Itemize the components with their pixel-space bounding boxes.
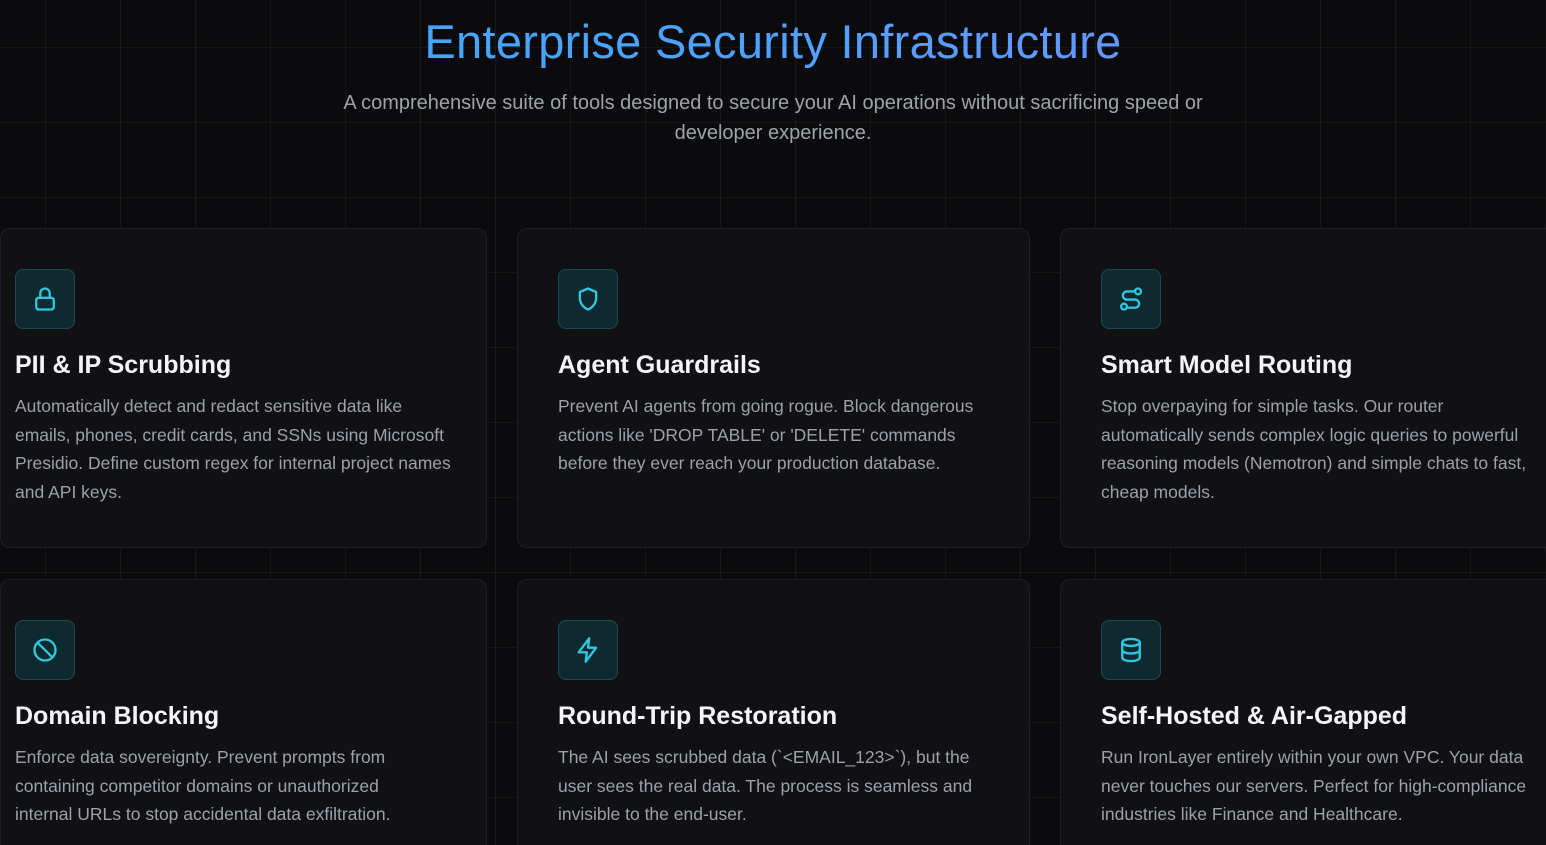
feature-description: Enforce data sovereignty. Prevent prompt… — [15, 747, 391, 824]
feature-description: Prevent AI agents from going rogue. Bloc… — [558, 396, 974, 473]
feature-card-smart-model-routing: Smart Model Routing Stop overpaying for … — [1060, 228, 1546, 548]
section-subtitle: A comprehensive suite of tools designed … — [343, 92, 1203, 144]
section-title: Enterprise Security Infrastructure — [0, 14, 1546, 70]
ban-icon — [33, 638, 57, 662]
lock-icon — [35, 287, 55, 311]
database-icon — [1121, 637, 1141, 663]
feature-title: Self-Hosted & Air-Gapped — [1101, 702, 1408, 730]
feature-title: Domain Blocking — [15, 702, 220, 730]
feature-card-agent-guardrails: Agent Guardrails Prevent AI agents from … — [517, 228, 1030, 548]
feature-icon-container — [15, 269, 75, 329]
feature-description: Automatically detect and redact sensitiv… — [15, 396, 451, 502]
feature-title: Agent Guardrails — [558, 351, 761, 379]
lightning-icon — [577, 637, 598, 663]
feature-title: Smart Model Routing — [1101, 351, 1353, 379]
feature-card-pii-scrubbing: PII & IP Scrubbing Automatically detect … — [0, 228, 487, 548]
feature-card-domain-blocking: Domain Blocking Enforce data sovereignty… — [0, 579, 487, 845]
feature-icon-container — [1101, 620, 1161, 680]
feature-description: The AI sees scrubbed data (`<EMAIL_123>`… — [558, 747, 973, 824]
features-section: Enterprise Security Infrastructure A com… — [0, 0, 1546, 845]
feature-icon-container — [558, 620, 618, 680]
feature-description: Run IronLayer entirely within your own V… — [1101, 747, 1527, 824]
feature-icon-container — [15, 620, 75, 680]
feature-title: PII & IP Scrubbing — [15, 351, 232, 379]
route-icon — [1119, 287, 1143, 311]
shield-icon — [578, 287, 598, 311]
feature-description: Stop overpaying for simple tasks. Our ro… — [1101, 396, 1527, 502]
feature-icon-container — [1101, 269, 1161, 329]
feature-card-self-hosted: Self-Hosted & Air-Gapped Run IronLayer e… — [1060, 579, 1546, 845]
feature-card-round-trip-restoration: Round-Trip Restoration The AI sees scrub… — [517, 579, 1030, 845]
feature-icon-container — [558, 269, 618, 329]
feature-title: Round-Trip Restoration — [558, 702, 838, 730]
